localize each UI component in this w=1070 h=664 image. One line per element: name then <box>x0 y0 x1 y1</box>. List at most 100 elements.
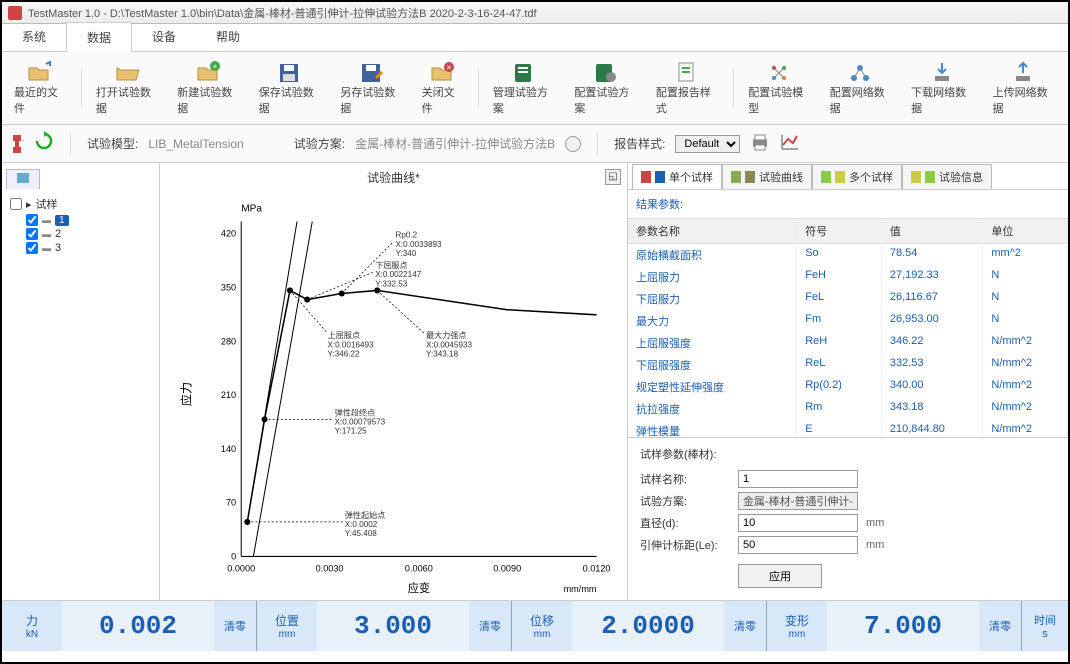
config-model-icon <box>766 60 794 84</box>
sample-tree: ▸ 试样 ▬1 ▬2 ▬3 <box>2 189 159 261</box>
close-file-icon: ✕ <box>429 60 457 84</box>
gauge-length-input[interactable] <box>738 536 858 554</box>
sample-name-input[interactable] <box>738 470 858 488</box>
diameter-input[interactable] <box>738 514 858 532</box>
left-column: ▸ 试样 ▬1 ▬2 ▬3 <box>2 163 160 600</box>
sample-tab-icon <box>17 173 29 183</box>
print-icon[interactable] <box>750 133 770 154</box>
force-zero-button[interactable]: 清零 <box>214 601 256 651</box>
col-unit: 单位 <box>983 219 1068 244</box>
recent-files-button[interactable]: 最近的文件 <box>6 58 75 118</box>
menu-data[interactable]: 数据 <box>66 22 132 52</box>
config-report-icon <box>674 60 702 84</box>
tab-test-curve[interactable]: 试验曲线 <box>722 164 812 189</box>
svg-text:350: 350 <box>221 282 236 292</box>
tab-multi-sample[interactable]: 多个试样 <box>812 164 902 189</box>
chart-column: ◱ 试验曲线* MPa 070140 210280350420 0.00000.… <box>160 163 628 600</box>
manage-plan-button[interactable]: 管理试验方案 <box>485 58 564 118</box>
table-cell: 下屈服强度 <box>628 354 797 376</box>
svg-text:280: 280 <box>221 336 236 346</box>
open-data-button[interactable]: 打开试验数据 <box>88 58 167 118</box>
new-data-button[interactable]: + 新建试验数据 <box>169 58 248 118</box>
position-zero-button[interactable]: 清零 <box>469 601 511 651</box>
deform-zero-button[interactable]: 清零 <box>979 601 1021 651</box>
apply-button[interactable]: 应用 <box>738 564 822 588</box>
tree-root[interactable]: ▸ 试样 <box>10 195 151 213</box>
menubar: 系统 数据 设备 帮助 <box>2 24 1068 52</box>
svg-text:mm/mm: mm/mm <box>564 584 597 594</box>
chart-svg[interactable]: MPa 070140 210280350420 0.00000.00300.00… <box>160 188 627 600</box>
table-cell: 下屈服力 <box>628 288 797 310</box>
table-cell: 原始横截面积 <box>628 244 797 266</box>
save-data-button[interactable]: 保存试验数据 <box>251 58 330 118</box>
tab-single-sample[interactable]: 单个试样 <box>632 164 722 189</box>
sample-tab[interactable] <box>6 169 40 189</box>
refresh-icon[interactable] <box>34 131 54 156</box>
deform-label: 变形mm <box>767 601 827 651</box>
displacement-zero-button[interactable]: 清零 <box>724 601 766 651</box>
ann-rp02: Rp0.2X:0.0033893Y:340 <box>396 231 442 258</box>
fixture-icon[interactable]: + <box>10 135 24 153</box>
displacement-value: 2.0000 <box>572 601 724 651</box>
tree-check-3[interactable] <box>26 242 38 254</box>
table-cell: 340.00 <box>882 376 984 398</box>
tree-item-2[interactable]: ▬2 <box>26 227 151 241</box>
table-cell: 抗拉强度 <box>628 398 797 420</box>
statusbar: 力kN 0.002 清零 位置mm 3.000 清零 位移mm 2.0000 清… <box>2 601 1068 651</box>
saveas-data-button[interactable]: 另存试验数据 <box>332 58 411 118</box>
table-cell: N/mm^2 <box>983 332 1068 354</box>
toolbar: 最近的文件 打开试验数据 + 新建试验数据 保存试验数据 另存试验数据 ✕ 关闭… <box>2 52 1068 125</box>
right-tabs: 单个试样 试验曲线 多个试样 试验信息 <box>628 163 1068 189</box>
col-sym: 符号 <box>797 219 882 244</box>
ann-upper-yield: 上屈服点X:0.0016493Y:346.22 <box>328 331 374 358</box>
download-net-button[interactable]: 下载网络数据 <box>903 58 982 118</box>
chart-title: 试验曲线* <box>160 163 627 188</box>
svg-text:210: 210 <box>221 390 236 400</box>
svg-text:0.0120: 0.0120 <box>583 564 611 574</box>
svg-text:70: 70 <box>226 498 236 508</box>
svg-text:+: + <box>22 136 24 145</box>
save-icon <box>276 60 304 84</box>
titlebar: TestMaster 1.0 - D:\TestMaster 1.0\bin\D… <box>2 2 1068 24</box>
tree-root-checkbox[interactable] <box>10 198 22 210</box>
folder-open-icon <box>114 60 142 84</box>
tree-item-1[interactable]: ▬1 <box>26 213 151 227</box>
config-model-button[interactable]: 配置试验模型 <box>740 58 819 118</box>
tree-check-2[interactable] <box>26 228 38 240</box>
sample-title: 试样参数(棒材): <box>640 446 1056 462</box>
results-table: 参数名称 符号 值 单位 原始横截面积So78.54mm^2上屈服力FeH27,… <box>628 218 1068 438</box>
config-report-button[interactable]: 配置报告样式 <box>648 58 727 118</box>
plan-select-button[interactable] <box>565 136 581 152</box>
menu-system[interactable]: 系统 <box>2 22 66 51</box>
table-cell: 26,953.00 <box>882 310 984 332</box>
upload-net-button[interactable]: 上传网络数据 <box>985 58 1064 118</box>
chart-icon[interactable] <box>780 133 800 154</box>
table-cell: 78.54 <box>882 244 984 266</box>
svg-text:✕: ✕ <box>446 65 452 72</box>
svg-text:应变: 应变 <box>408 581 430 595</box>
table-cell: N <box>983 288 1068 310</box>
time-label: 时间s <box>1022 601 1068 651</box>
svg-text:0: 0 <box>231 551 236 561</box>
table-cell: So <box>797 244 882 266</box>
col-val: 值 <box>882 219 984 244</box>
ann-elastic-start: 弹性起始点X:0.0002Y:45.408 <box>345 510 386 538</box>
config-net-button[interactable]: 配置网络数据 <box>822 58 901 118</box>
tree-item-3[interactable]: ▬3 <box>26 241 151 255</box>
table-cell: N/mm^2 <box>983 398 1068 420</box>
config-plan-button[interactable]: 配置试验方案 <box>566 58 645 118</box>
tab-test-info[interactable]: 试验信息 <box>902 164 992 189</box>
table-cell: N <box>983 310 1068 332</box>
table-cell: 332.53 <box>882 354 984 376</box>
ann-max-force: 最大力强点X:0.0045933Y:343.18 <box>426 330 472 358</box>
position-value: 3.000 <box>317 601 469 651</box>
upload-icon <box>1010 60 1038 84</box>
tree-check-1[interactable] <box>26 214 38 226</box>
menu-help[interactable]: 帮助 <box>196 22 260 51</box>
chart-popout-button[interactable]: ◱ <box>605 169 621 185</box>
menu-device[interactable]: 设备 <box>132 22 196 51</box>
table-cell: Rm <box>797 398 882 420</box>
close-file-button[interactable]: ✕ 关闭文件 <box>414 58 472 118</box>
report-select[interactable]: Default <box>675 135 740 153</box>
sample-plan-input <box>738 492 858 510</box>
